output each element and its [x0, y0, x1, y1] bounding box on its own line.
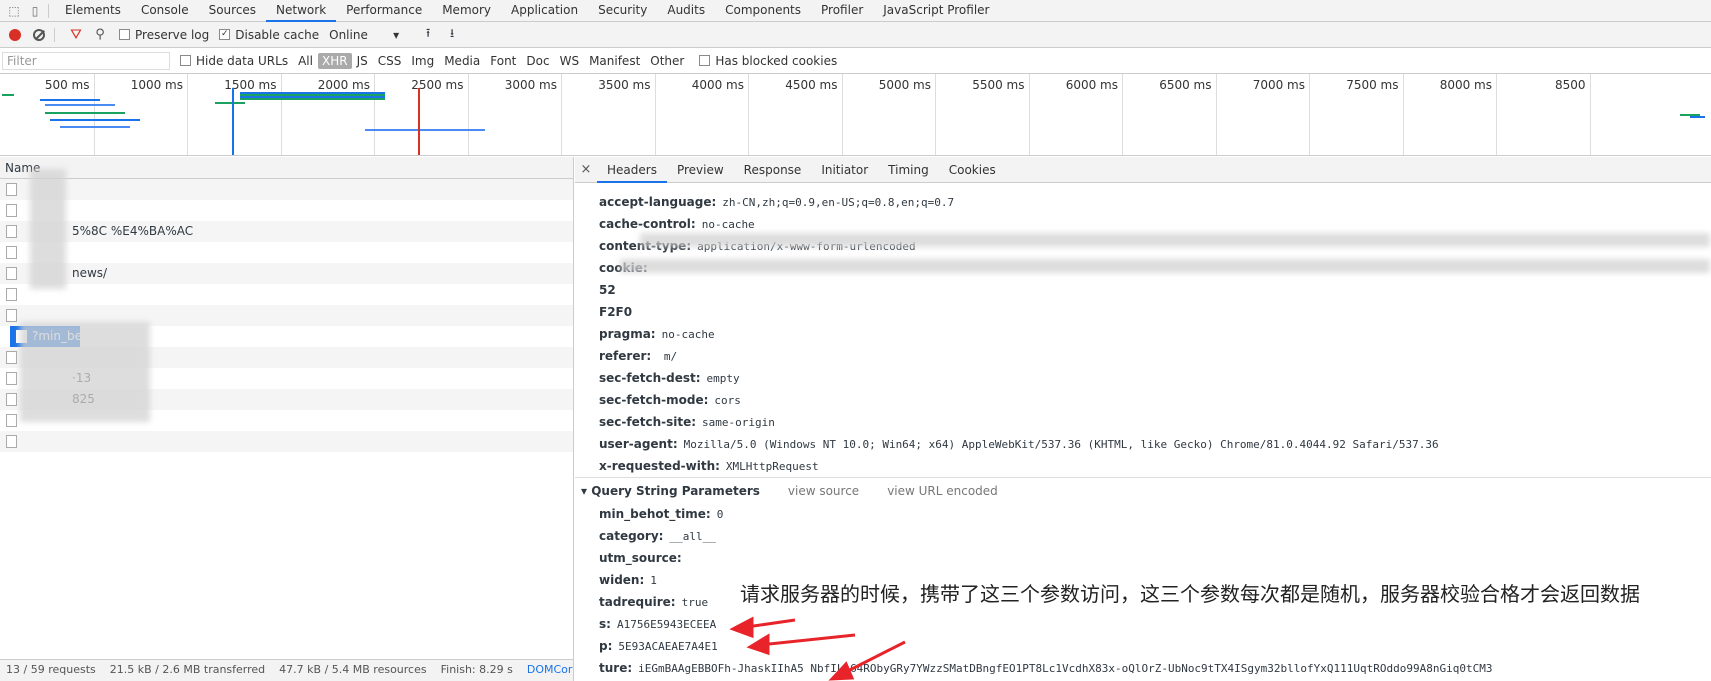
- annotation-arrows: [729, 616, 906, 681]
- arrow-head: [746, 633, 770, 656]
- arrow-head: [729, 616, 754, 639]
- arrow-head: [828, 661, 855, 681]
- arrow-line: [759, 633, 856, 647]
